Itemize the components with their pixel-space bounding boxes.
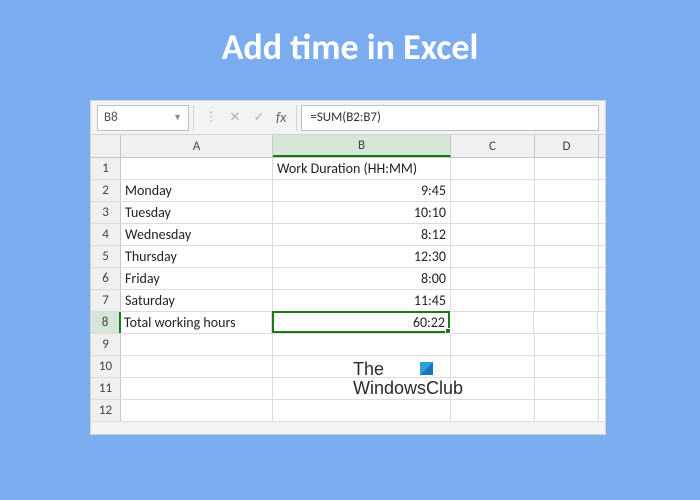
cell-D6[interactable] [535,268,599,289]
cell-B5[interactable]: 12:30 [273,246,451,267]
cell-C4[interactable] [451,224,535,245]
formula-input[interactable]: =SUM(B2:B7) [301,105,599,131]
col-header-D[interactable]: D [535,135,599,157]
page-title: Add time in Excel [0,0,700,89]
row-3: 3 Tuesday 10:10 [91,202,605,224]
cancel-icon[interactable]: ✕ [224,110,246,125]
cell-A7[interactable]: Saturday [121,290,273,311]
row-header-12[interactable]: 12 [91,400,121,421]
cell-A6[interactable]: Friday [121,268,273,289]
cell-A8[interactable]: Total working hours [120,312,272,333]
cell-B8[interactable]: 60:22 [272,312,450,333]
cell-D5[interactable] [535,246,599,267]
cell-D10[interactable] [535,356,599,377]
cell-C1[interactable] [451,158,535,179]
col-header-B[interactable]: B [273,135,451,157]
cell-C10[interactable] [451,356,535,377]
cell-D11[interactable] [535,378,599,399]
cell-D12[interactable] [535,400,599,421]
row-9: 9 [91,334,605,356]
cell-B7[interactable]: 11:45 [273,290,451,311]
cell-A12[interactable] [121,400,273,421]
row-10: 10 [91,356,605,378]
cell-B6[interactable]: 8:00 [273,268,451,289]
cell-B2[interactable]: 9:45 [273,180,451,201]
cell-A1[interactable] [121,158,273,179]
watermark-logo: The WindowsClub [353,360,463,398]
cell-A5[interactable]: Thursday [121,246,273,267]
cell-B12[interactable] [273,400,451,421]
row-header-3[interactable]: 3 [91,202,121,223]
dropdown-icon[interactable]: ▼ [173,112,182,123]
row-5: 5 Thursday 12:30 [91,246,605,268]
cell-C9[interactable] [451,334,535,355]
row-1: 1 Work Duration (HH:MM) [91,158,605,180]
cell-C6[interactable] [451,268,535,289]
history-icon[interactable]: ⋮ [200,110,222,125]
cell-A11[interactable] [121,378,273,399]
row-4: 4 Wednesday 8:12 [91,224,605,246]
watermark-accent-icon [420,362,433,375]
cell-C5[interactable] [451,246,535,267]
row-header-9[interactable]: 9 [91,334,121,355]
cell-B3[interactable]: 10:10 [273,202,451,223]
cell-A10[interactable] [121,356,273,377]
formula-bar: B8 ▼ ⋮ ✕ ✓ fx =SUM(B2:B7) [91,101,605,135]
row-header-8[interactable]: 8 [91,312,121,333]
cell-reference: B8 [104,110,118,125]
formula-buttons: ⋮ ✕ ✓ fx [193,105,297,131]
column-header-row: A B C D [91,135,605,158]
row-header-7[interactable]: 7 [91,290,121,311]
watermark-line1: The [353,359,384,379]
excel-window: B8 ▼ ⋮ ✕ ✓ fx =SUM(B2:B7) A B C D 1 Work… [90,100,606,435]
watermark-line2: WindowsClub [353,378,463,398]
row-8: 8 Total working hours 60:22 [91,312,605,334]
cell-C2[interactable] [451,180,535,201]
row-header-1[interactable]: 1 [91,158,121,179]
name-box[interactable]: B8 ▼ [97,105,189,131]
row-header-10[interactable]: 10 [91,356,121,377]
cell-C12[interactable] [451,400,535,421]
cell-D7[interactable] [535,290,599,311]
col-header-A[interactable]: A [121,135,273,157]
cell-C8[interactable] [450,312,534,333]
cell-D9[interactable] [535,334,599,355]
row-11: 11 [91,378,605,400]
cell-B4[interactable]: 8:12 [273,224,451,245]
cell-D1[interactable] [535,158,599,179]
cell-A9[interactable] [121,334,273,355]
row-header-6[interactable]: 6 [91,268,121,289]
fx-icon[interactable]: fx [272,109,290,126]
select-all-corner[interactable] [91,135,121,157]
cell-A4[interactable]: Wednesday [121,224,273,245]
spreadsheet-grid[interactable]: A B C D 1 Work Duration (HH:MM) 2 Monday… [91,135,605,422]
cell-C7[interactable] [451,290,535,311]
cell-A3[interactable]: Tuesday [121,202,273,223]
row-6: 6 Friday 8:00 [91,268,605,290]
row-7: 7 Saturday 11:45 [91,290,605,312]
confirm-icon[interactable]: ✓ [248,110,270,125]
row-12: 12 [91,400,605,422]
cell-D3[interactable] [535,202,599,223]
row-header-11[interactable]: 11 [91,378,121,399]
cell-A2[interactable]: Monday [121,180,273,201]
cell-D2[interactable] [535,180,599,201]
row-header-2[interactable]: 2 [91,180,121,201]
row-header-4[interactable]: 4 [91,224,121,245]
row-header-5[interactable]: 5 [91,246,121,267]
cell-B9[interactable] [273,334,451,355]
cell-C3[interactable] [451,202,535,223]
row-2: 2 Monday 9:45 [91,180,605,202]
cell-C11[interactable] [451,378,535,399]
cell-D8[interactable] [534,312,598,333]
cell-D4[interactable] [535,224,599,245]
col-header-C[interactable]: C [451,135,535,157]
cell-B1[interactable]: Work Duration (HH:MM) [273,158,451,179]
